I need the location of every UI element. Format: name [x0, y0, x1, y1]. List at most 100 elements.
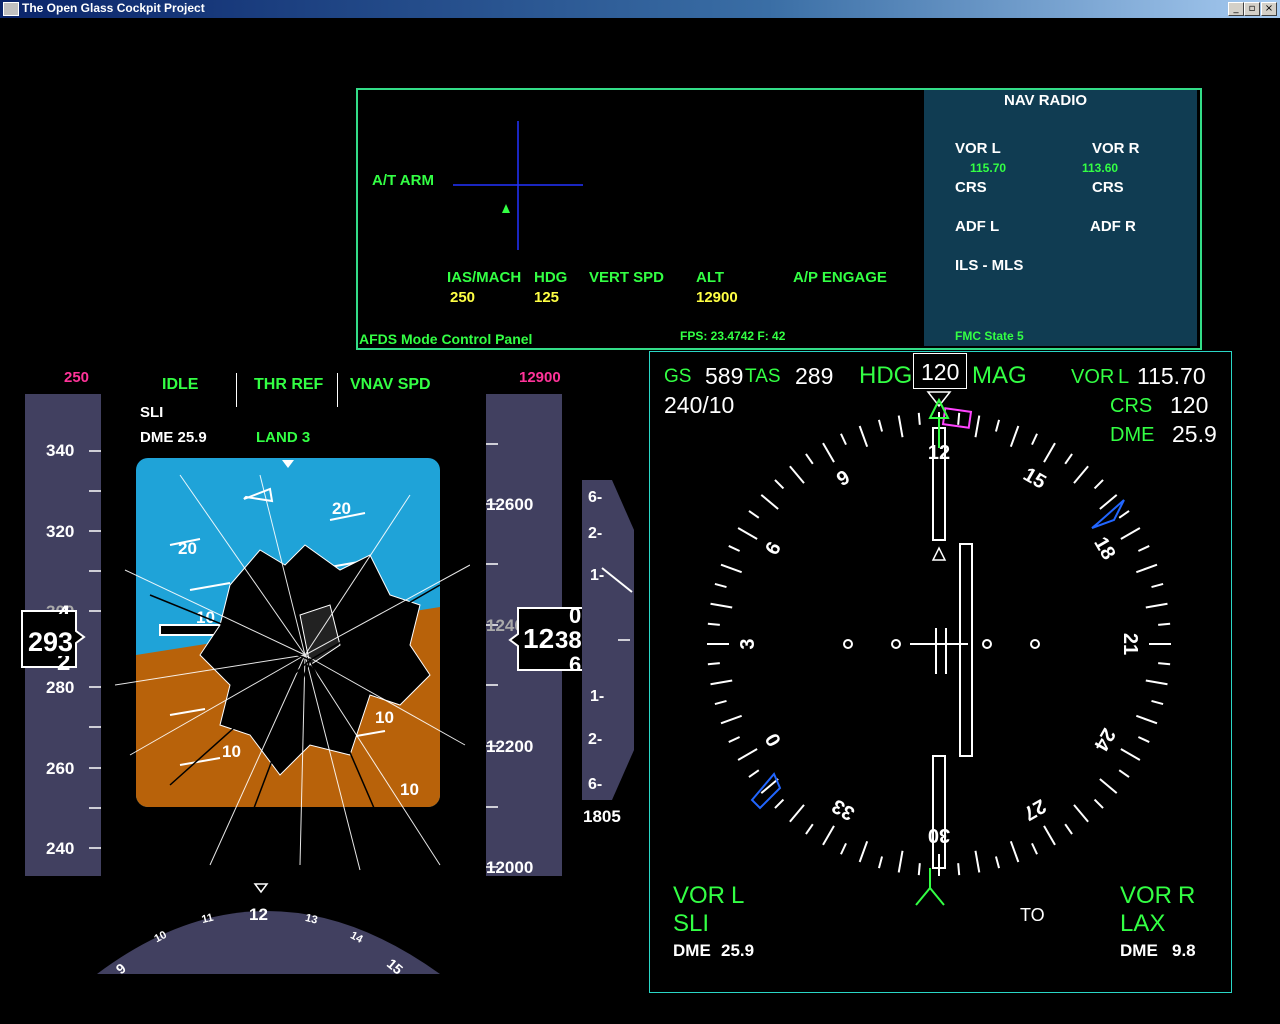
vor-l-freq[interactable]: 115.70: [970, 161, 1006, 175]
compass-label: 33: [828, 794, 858, 824]
compass-tick: [707, 662, 720, 666]
ils-mls-label[interactable]: ILS - MLS: [955, 257, 1023, 274]
compass-tick: [822, 442, 835, 463]
compass-tick: [714, 582, 727, 589]
compass-tick: [1043, 825, 1056, 846]
crs-l-label[interactable]: CRS: [955, 179, 987, 196]
vs-scale-label: 2-: [588, 731, 603, 748]
vs-scale-label: 2-: [588, 525, 603, 542]
vor-l-label[interactable]: VOR L: [955, 140, 1001, 157]
mcp-ias-label[interactable]: IAS/MACH: [447, 269, 521, 286]
window-titlebar[interactable]: The Open Glass Cockpit Project _ ▫ ×: [0, 0, 1280, 18]
vs-scale-label: 6-: [588, 776, 603, 793]
close-button[interactable]: ×: [1261, 2, 1277, 16]
nd-bl-label: VOR: [673, 882, 726, 909]
compass-tick: [748, 769, 760, 778]
attitude-indicator: 20 20 10 10 10 10: [114, 458, 470, 871]
compass-tick: [897, 415, 904, 438]
compass-tick: [917, 412, 921, 425]
compass-tick: [1120, 527, 1141, 540]
compass-tick: [1145, 602, 1168, 609]
pitch-label: 20: [332, 499, 351, 518]
compass-tick: [957, 412, 961, 425]
nd-vor-l-side: L: [1118, 366, 1130, 388]
compass-label: 3: [737, 638, 759, 649]
compass-tick: [840, 842, 847, 855]
pitch-label: 10: [375, 708, 394, 727]
compass-label: 21: [1119, 633, 1141, 655]
fma-roll: THR REF: [254, 376, 324, 393]
mcp-panel-name: AFDS Mode Control Panel: [359, 331, 533, 347]
compass-tick: [1158, 662, 1171, 666]
compass-tick: [1009, 840, 1020, 863]
compass-tick: [957, 863, 961, 876]
nd-br-side: R: [1178, 882, 1196, 909]
vs-scale-label: 1-: [590, 567, 605, 584]
fmc-state: FMC State 5: [955, 329, 1024, 343]
compass-tick: [1073, 804, 1089, 823]
compass-tick: [714, 699, 727, 706]
pitch-label: 20: [178, 539, 197, 558]
minimize-button[interactable]: _: [1228, 2, 1244, 16]
pitch-label: 10: [400, 780, 419, 799]
compass-tick: [710, 602, 733, 609]
nd-tas-value: 289: [795, 363, 834, 389]
adf-l-label[interactable]: ADF L: [955, 218, 999, 235]
mcp-hdg-label[interactable]: HDG: [534, 269, 567, 286]
nd-vor-l-label: VOR: [1071, 366, 1115, 388]
compass-tick: [1099, 494, 1118, 510]
nd-bl-dme: 25.9: [721, 941, 755, 960]
crs-r-label[interactable]: CRS: [1092, 179, 1124, 196]
fma-autothrottle: IDLE: [162, 376, 199, 393]
compass-tick: [1151, 582, 1164, 589]
pfd-nav-ident: SLI: [140, 404, 164, 421]
compass-tick: [707, 622, 720, 626]
nd-to-from: TO: [1020, 905, 1045, 925]
speed-tick-label: 260: [46, 759, 75, 778]
compass-tick: [728, 545, 741, 552]
compass-tick: [805, 823, 814, 835]
compass-tick: [1137, 736, 1150, 743]
vor-r-label[interactable]: VOR R: [1092, 140, 1140, 157]
compass-tick: [994, 856, 1001, 869]
nd-br-ident: LAX: [1120, 910, 1166, 937]
nd-gs-label: GS: [664, 366, 692, 387]
maximize-button[interactable]: ▫: [1244, 2, 1260, 16]
mcp-vs-label[interactable]: VERT SPD: [589, 269, 664, 286]
compass-tick: [1093, 479, 1104, 490]
fma-divider: [236, 373, 237, 407]
compass-tick: [974, 415, 981, 438]
compass-tick: [1135, 714, 1158, 725]
app-icon: [3, 2, 19, 16]
mcp-ap-engage-label[interactable]: A/P ENGAGE: [793, 269, 887, 286]
compass-tick: [748, 510, 760, 519]
at-arm-label[interactable]: A/T ARM: [372, 172, 434, 189]
compass-tick: [1135, 563, 1158, 574]
compass-tick: [994, 419, 1001, 432]
compass-tick: [1031, 433, 1038, 446]
nd-bl-dme-label: DME: [673, 941, 711, 960]
compass-label: 27: [1019, 794, 1049, 824]
compass-tick: [728, 736, 741, 743]
compass-tick: [1093, 798, 1104, 809]
compass-tick: [720, 714, 743, 725]
window-title: The Open Glass Cockpit Project: [22, 1, 205, 15]
nd-hdg-value: 120: [921, 359, 960, 385]
compass-tick: [1137, 545, 1150, 552]
vor-r-freq[interactable]: 113.60: [1082, 161, 1118, 175]
compass-tick: [858, 425, 869, 448]
compass-tick: [1145, 679, 1168, 686]
speed-roll-down: 2: [57, 656, 71, 670]
compass-label: 9: [833, 466, 854, 491]
compass-label: 18: [1089, 533, 1119, 563]
nd-gs-value: 589: [705, 363, 744, 389]
compass-label: 6: [761, 538, 786, 559]
compass-tick: [720, 563, 743, 574]
alt-tick-label: 12000: [486, 858, 534, 877]
nd-tas-label: TAS: [745, 366, 781, 387]
adf-r-label[interactable]: ADF R: [1090, 218, 1136, 235]
nd-br-dme: 9.8: [1172, 941, 1196, 960]
fma-divider: [337, 373, 338, 407]
mcp-alt-label[interactable]: ALT: [696, 269, 724, 286]
nd-vor-l-freq: 115.70: [1137, 363, 1206, 389]
